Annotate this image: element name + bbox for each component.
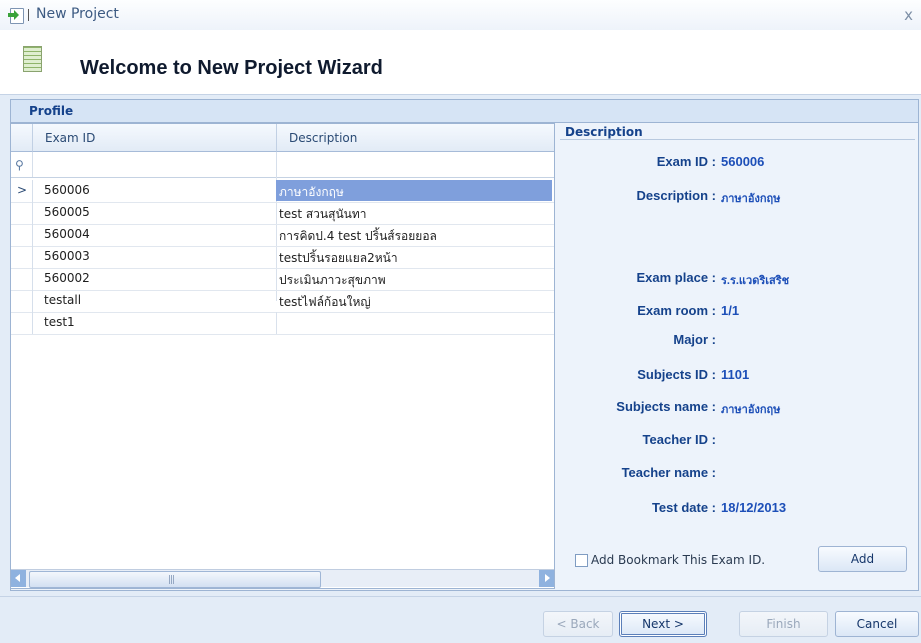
- row-indicator-header: [11, 124, 33, 152]
- new-project-icon: [8, 8, 24, 24]
- exam-id-cell: 560003: [44, 249, 90, 263]
- row-indicator: [11, 268, 33, 290]
- description-cell: ประเมินภาวะสุขภาพ: [279, 273, 386, 287]
- filter-row[interactable]: [11, 152, 554, 178]
- exam-id-cell: test1: [44, 315, 75, 329]
- row-indicator: [11, 202, 33, 224]
- exam-id-cell: testall: [44, 293, 82, 307]
- wizard-header: Welcome to New Project Wizard: [0, 30, 921, 95]
- field-label: Exam room :: [637, 303, 716, 318]
- bookmark-label[interactable]: Add Bookmark This Exam ID.: [591, 553, 765, 567]
- row-indicator: [11, 224, 33, 246]
- row-indicator: >: [11, 180, 33, 202]
- field-label: Subjects name :: [616, 399, 716, 414]
- table-row[interactable]: 560005 test สวนสุนันทา: [11, 202, 554, 225]
- scroll-left-button[interactable]: [11, 570, 26, 587]
- field-label: Test date :: [651, 500, 716, 515]
- bookmark-checkbox[interactable]: [575, 554, 588, 567]
- filter-divider: [276, 152, 277, 177]
- next-button[interactable]: Next >: [619, 611, 707, 637]
- row-indicator: [11, 312, 33, 334]
- description-cell: ภาษาอังกฤษ: [279, 185, 344, 199]
- field-label: Exam ID :: [656, 154, 716, 169]
- column-header-label: Description: [289, 131, 358, 145]
- scroll-thumb[interactable]: |||: [29, 571, 321, 588]
- field-value: ภาษาอังกฤษ: [721, 404, 781, 416]
- table-row[interactable]: testall testไฟล์ก้อนใหญ่: [11, 290, 554, 313]
- field-value: 1101: [721, 367, 750, 382]
- arrow-right-icon: [545, 574, 550, 582]
- project-sheet-icon: [23, 46, 42, 72]
- field-label: Major :: [673, 332, 716, 347]
- column-divider: [276, 312, 277, 334]
- field-label: Exam place :: [636, 270, 717, 285]
- profile-group-header: Profile: [11, 100, 918, 123]
- finish-button[interactable]: Finish: [739, 611, 828, 637]
- add-button[interactable]: Add: [818, 546, 907, 572]
- table-row[interactable]: test1: [11, 312, 554, 335]
- field-label: Subjects ID :: [637, 367, 716, 382]
- arrow-left-icon: [15, 574, 20, 582]
- current-row-arrow-icon: >: [17, 183, 28, 197]
- scroll-grip-icon: |||: [168, 575, 175, 585]
- title-separator: [28, 9, 29, 21]
- back-button[interactable]: < Back: [543, 611, 613, 637]
- exam-id-cell: 560005: [44, 205, 90, 219]
- field-label: Description :: [636, 188, 716, 203]
- window-title: New Project: [36, 6, 119, 22]
- field-label: Teacher ID :: [642, 432, 716, 447]
- close-icon[interactable]: x: [904, 6, 913, 24]
- scroll-right-button[interactable]: [539, 570, 554, 587]
- title-bar[interactable]: New Project x: [0, 0, 921, 30]
- filter-divider: [32, 152, 33, 177]
- new-project-window: New Project x Welcome to New Project Wiz…: [0, 0, 921, 643]
- exam-id-cell: 560002: [44, 271, 90, 285]
- column-header-description[interactable]: Description: [277, 124, 554, 152]
- filter-icon[interactable]: ⚲: [15, 158, 24, 172]
- cancel-button[interactable]: Cancel: [835, 611, 919, 637]
- table-row[interactable]: 560004 การคิดป.4 test ปริ้นส์รอยยอล: [11, 224, 554, 247]
- exam-id-cell: 560006: [44, 183, 90, 197]
- table-row[interactable]: 560002 ประเมินภาวะสุขภาพ: [11, 268, 554, 291]
- column-header-label: Exam ID: [45, 131, 96, 145]
- description-panel-title: Description: [565, 125, 643, 139]
- field-label: Teacher name :: [621, 465, 716, 480]
- description-divider: [560, 139, 915, 140]
- column-header-exam-id[interactable]: Exam ID: [33, 124, 277, 152]
- table-row[interactable]: 560003 testปริ้นรอยแยล2หน้า: [11, 246, 554, 269]
- field-value: 560006: [721, 154, 765, 169]
- table-row[interactable]: > 560006 ภาษาอังกฤษ: [11, 180, 554, 203]
- profile-label: Profile: [29, 104, 74, 118]
- field-value: 18/12/2013: [721, 500, 787, 515]
- wizard-title: Welcome to New Project Wizard: [80, 57, 383, 79]
- horizontal-scrollbar[interactable]: |||: [11, 569, 554, 588]
- row-indicator: [11, 290, 33, 312]
- field-value: 1/1: [721, 303, 740, 318]
- description-cell: testปริ้นรอยแยล2หน้า: [279, 251, 398, 265]
- field-value: ภาษาอังกฤษ: [721, 193, 781, 205]
- exam-grid[interactable]: Exam ID Description ⚲ > 560006 ภาษาอังกฤ…: [10, 123, 555, 589]
- wizard-footer: < Back Next > Finish Cancel: [0, 596, 921, 643]
- exam-id-cell: 560004: [44, 227, 90, 241]
- description-panel: Description Exam ID : 560006 Description…: [560, 123, 915, 587]
- description-cell: testไฟล์ก้อนใหญ่: [279, 295, 371, 309]
- description-cell: test สวนสุนันทา: [279, 207, 367, 221]
- field-value: ร.ร.แวดริเสริช: [721, 275, 790, 287]
- row-indicator: [11, 246, 33, 268]
- description-cell: การคิดป.4 test ปริ้นส์รอยยอล: [279, 229, 437, 243]
